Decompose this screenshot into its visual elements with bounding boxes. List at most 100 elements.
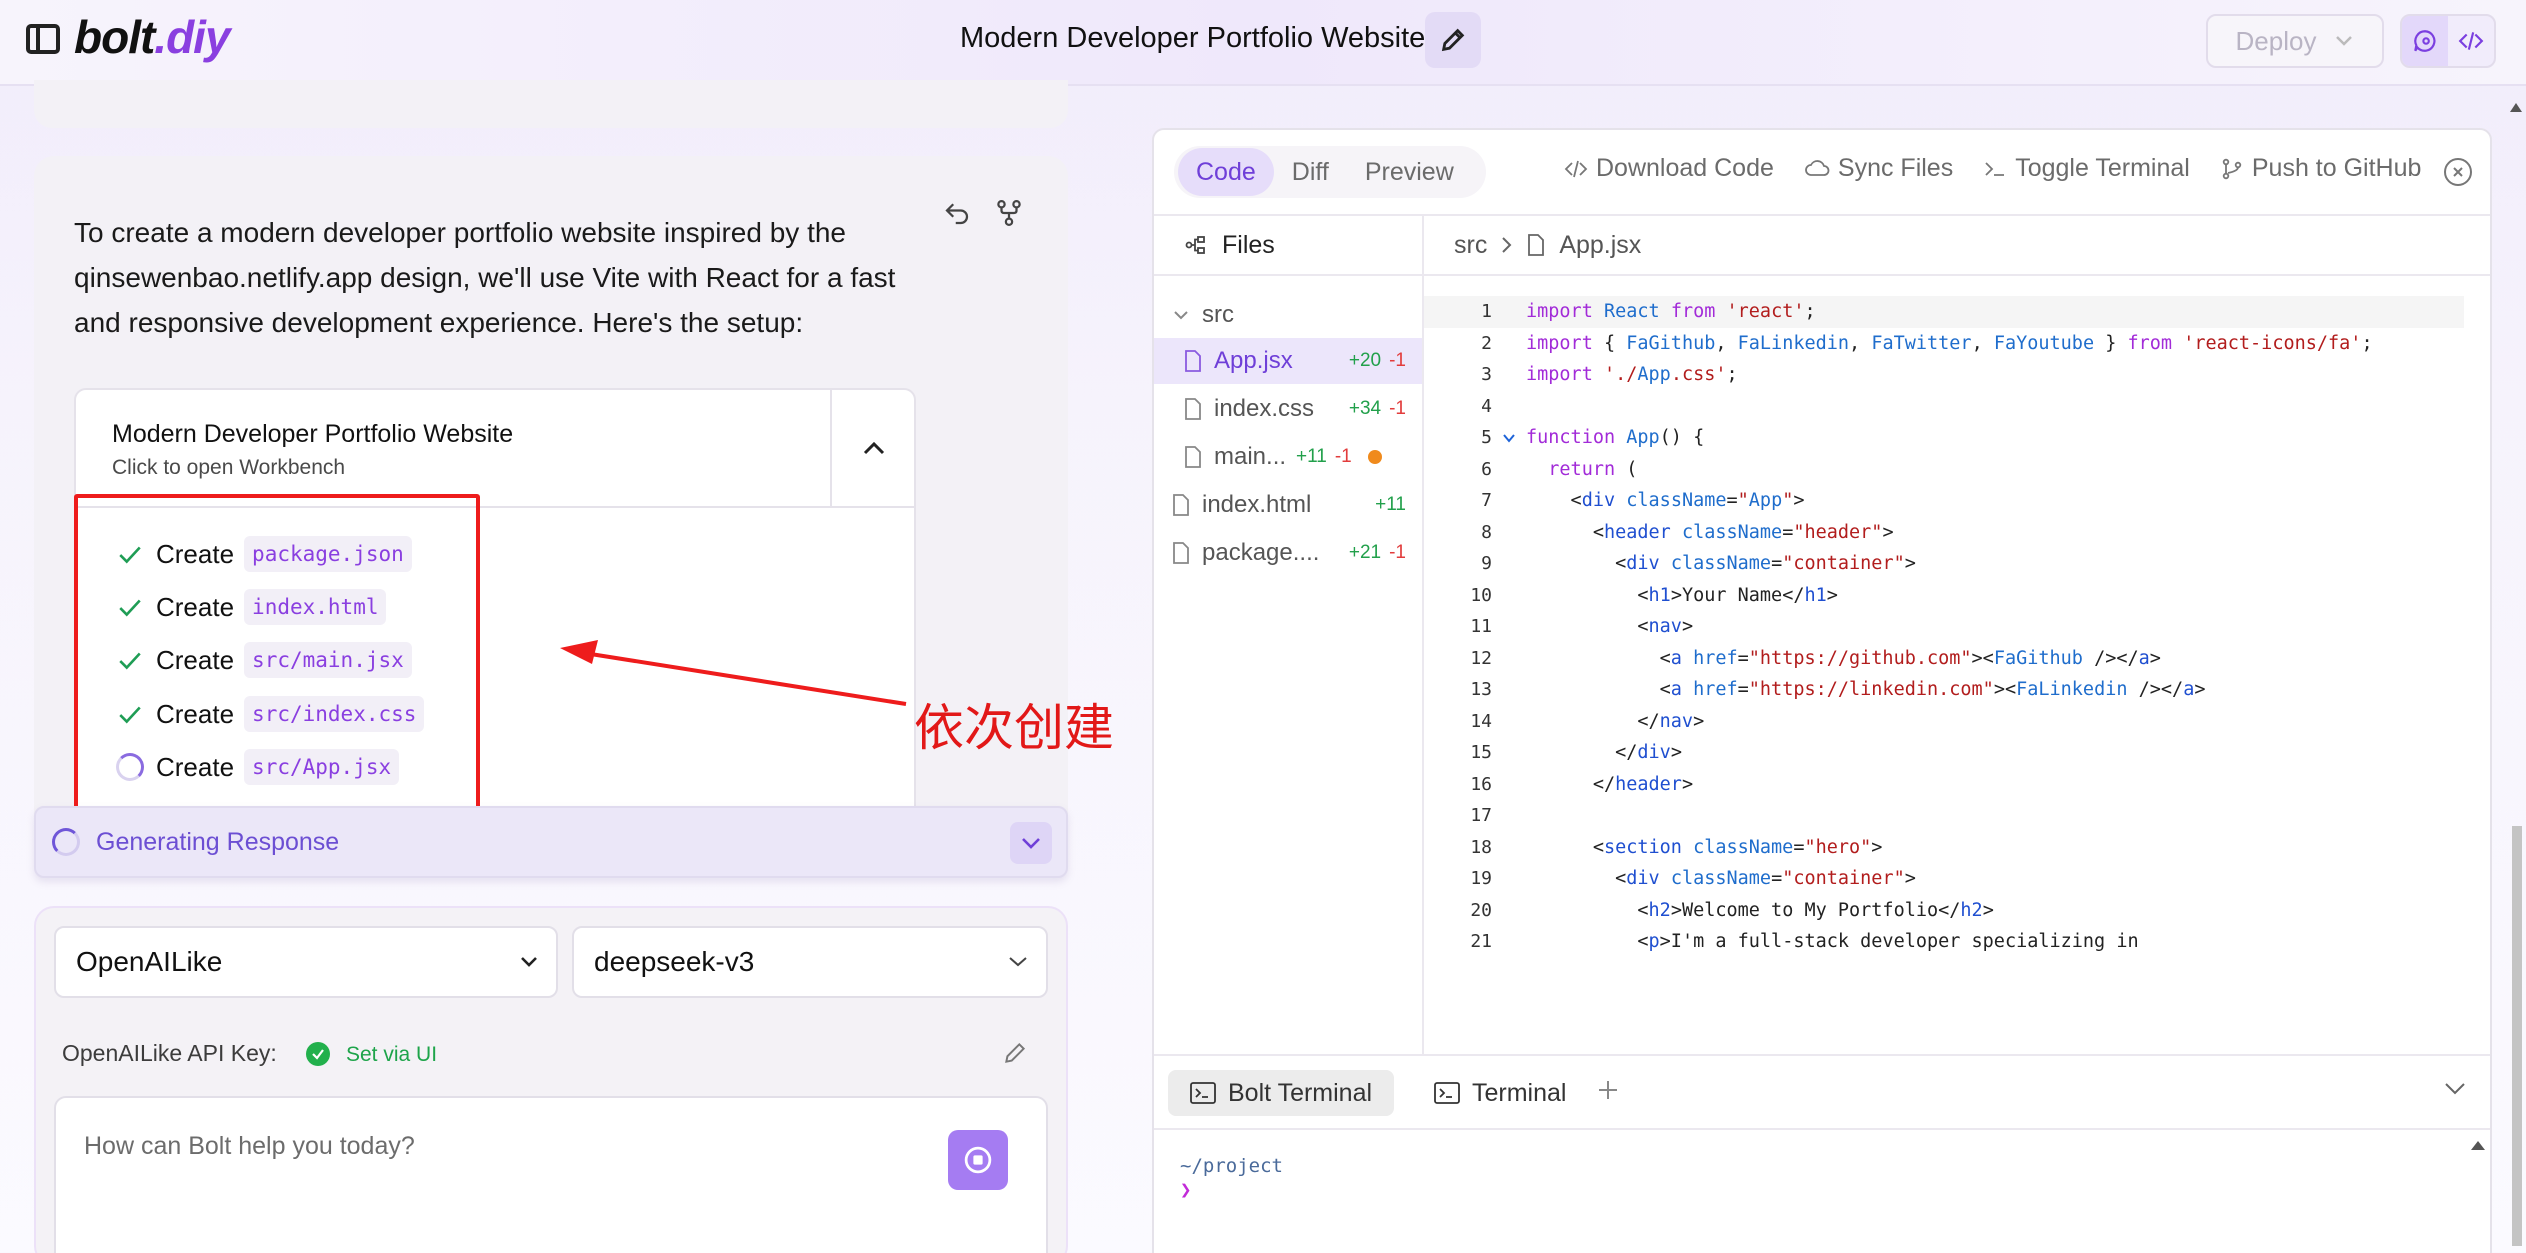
toggle-terminal-button[interactable]: Toggle Terminal: [1983, 154, 2190, 183]
code-text: </div>: [1526, 742, 1682, 764]
code-text: <p>I'm a full-stack developer specializi…: [1526, 931, 2139, 953]
fold-chevron-icon[interactable]: [1492, 433, 1526, 443]
code-line[interactable]: 19 <div className="container">: [1424, 863, 2464, 895]
model-select[interactable]: deepseek-v3: [572, 926, 1048, 998]
chat-icon: [2414, 30, 2436, 52]
edit-title-button[interactable]: [1425, 12, 1481, 68]
tab-code[interactable]: Code: [1178, 148, 1274, 196]
code-line[interactable]: 12 <a href="https://github.com"><FaGithu…: [1424, 643, 2464, 675]
code-line[interactable]: 14 </nav>: [1424, 706, 2464, 738]
terminal-icon: [1434, 1082, 1460, 1104]
view-toggle-group: [2400, 14, 2496, 68]
check-circle-icon: [306, 1042, 330, 1066]
edit-api-key-icon[interactable]: [1002, 1040, 1028, 1071]
code-toggle-button[interactable]: [2448, 16, 2494, 66]
code-line[interactable]: 1 import React from 'react';: [1424, 296, 2464, 328]
line-number: 20: [1470, 899, 1492, 921]
artifact-collapse-button[interactable]: [830, 390, 916, 508]
tab-preview[interactable]: Preview: [1347, 148, 1472, 196]
artifact-header[interactable]: Modern Developer Portfolio Website Click…: [76, 390, 830, 508]
terminal-scroll-up-icon[interactable]: [2468, 1138, 2488, 1157]
annotation-text: 依次创建: [914, 699, 1114, 757]
code-line[interactable]: 6 return (: [1424, 454, 2464, 486]
files-label: Files: [1222, 230, 1275, 259]
tree-file-package-json[interactable]: package.... +21 -1: [1154, 530, 1422, 576]
top-header: bolt.diy Modern Developer Portfolio Webs…: [0, 0, 2526, 86]
code-line[interactable]: 9 <div className="container">: [1424, 548, 2464, 580]
code-text: <div className="container">: [1526, 868, 1916, 890]
provider-select[interactable]: OpenAILike: [54, 926, 558, 998]
generating-response-bar[interactable]: Generating Response: [34, 806, 1068, 878]
line-number: 2: [1481, 332, 1492, 354]
code-line[interactable]: 4: [1424, 391, 2464, 423]
lines-removed: -1: [1389, 398, 1406, 419]
page-scrollbar[interactable]: [2506, 86, 2526, 1253]
tree-file-index-html[interactable]: index.html +11: [1154, 482, 1422, 528]
terminal-icon: [1985, 161, 2005, 176]
code-line[interactable]: 17: [1424, 800, 2464, 832]
breadcrumb-folder[interactable]: src: [1454, 231, 1487, 260]
code-line[interactable]: 15 </div>: [1424, 737, 2464, 769]
scroll-up-arrow-icon[interactable]: [2506, 100, 2526, 114]
code-line[interactable]: 11 <nav>: [1424, 611, 2464, 643]
view-tabs: Code Diff Preview: [1174, 146, 1486, 198]
add-terminal-icon[interactable]: [1596, 1076, 1620, 1110]
tree-file-main-jsx[interactable]: main... +11 -1: [1154, 434, 1422, 480]
previous-message: [34, 80, 1068, 128]
sync-files-button[interactable]: Sync Files: [1804, 154, 1953, 183]
download-code-button[interactable]: Download Code: [1564, 154, 1774, 183]
code-line[interactable]: 5 function App() {: [1424, 422, 2464, 454]
chevron-up-icon: [863, 441, 885, 455]
lines-added: +21: [1348, 542, 1382, 563]
lines-added: +20: [1348, 350, 1382, 371]
push-to-github-button[interactable]: Push to GitHub: [2220, 154, 2422, 183]
code-line[interactable]: 13 <a href="https://linkedin.com"><FaLin…: [1424, 674, 2464, 706]
deploy-button[interactable]: Deploy: [2206, 14, 2384, 68]
stop-button[interactable]: [948, 1130, 1008, 1190]
undo-icon[interactable]: [942, 198, 972, 228]
tree-folder-src[interactable]: src: [1154, 292, 1422, 338]
prompt-placeholder: How can Bolt help you today?: [84, 1132, 415, 1160]
chevron-down-icon[interactable]: [2444, 1082, 2466, 1101]
file-tree-panel: Files src App.jsx +20 -1 index.css +34 -…: [1154, 216, 1424, 1056]
tree-item-label: App.jsx: [1214, 347, 1293, 374]
tree-file-index-css[interactable]: index.css +34 -1: [1154, 386, 1422, 432]
annotation-arrow: [560, 640, 907, 706]
tab-diff[interactable]: Diff: [1274, 148, 1347, 196]
push-to-github-label: Push to GitHub: [2251, 154, 2422, 182]
close-workbench-icon[interactable]: [2444, 158, 2472, 186]
code-line[interactable]: 7 <div className="App">: [1424, 485, 2464, 517]
terminal-output[interactable]: ~/project ❯: [1180, 1154, 1283, 1202]
code-line[interactable]: 10 <h1>Your Name</h1>: [1424, 580, 2464, 612]
lines-added: +11: [1375, 494, 1406, 515]
code-line[interactable]: 8 <header className="header">: [1424, 517, 2464, 549]
tab-terminal[interactable]: Terminal: [1412, 1070, 1588, 1116]
sidebar-toggle-icon[interactable]: [26, 24, 60, 54]
stop-circle-icon: [964, 1146, 992, 1174]
logo-text-diy: .diy: [154, 11, 230, 63]
code-line[interactable]: 2 import { FaGithub, FaLinkedin, FaTwitte…: [1424, 328, 2464, 360]
tree-file-app-jsx[interactable]: App.jsx +20 -1: [1154, 338, 1422, 384]
chat-toggle-button[interactable]: [2402, 16, 2448, 66]
line-number: 16: [1470, 773, 1492, 795]
code-editor[interactable]: 1 import React from 'react'; 2 import { FaG…: [1424, 278, 2490, 1056]
chevron-down-icon: [2336, 36, 2353, 46]
fork-icon[interactable]: [994, 198, 1024, 228]
chevron-down-icon[interactable]: [1010, 822, 1052, 864]
code-text: import { FaGithub, FaLinkedin, FaTwitter…: [1526, 332, 2373, 354]
code-line[interactable]: 18 <section className="hero">: [1424, 832, 2464, 864]
tab-bolt-terminal[interactable]: Bolt Terminal: [1168, 1070, 1395, 1116]
prompt-textarea[interactable]: How can Bolt help you today?: [54, 1096, 1048, 1253]
code-line[interactable]: 16 </header>: [1424, 769, 2464, 801]
line-number: 15: [1470, 742, 1492, 764]
breadcrumb-file[interactable]: App.jsx: [1559, 231, 1641, 260]
line-number: 18: [1470, 836, 1492, 858]
code-text: <h2>Welcome to My Portfolio</h2>: [1526, 899, 1994, 921]
workbench-toolbar: Code Diff Preview Download Code Sync Fil…: [1154, 130, 2490, 216]
code-line[interactable]: 3 import './App.css';: [1424, 359, 2464, 391]
page-scrollbar-thumb[interactable]: [2512, 826, 2522, 1246]
code-line[interactable]: 20 <h2>Welcome to My Portfolio</h2>: [1424, 895, 2464, 927]
breadcrumb: src App.jsx: [1424, 216, 2490, 276]
code-icon: [1564, 160, 1588, 177]
code-line[interactable]: 21 <p>I'm a full-stack developer special…: [1424, 926, 2464, 958]
